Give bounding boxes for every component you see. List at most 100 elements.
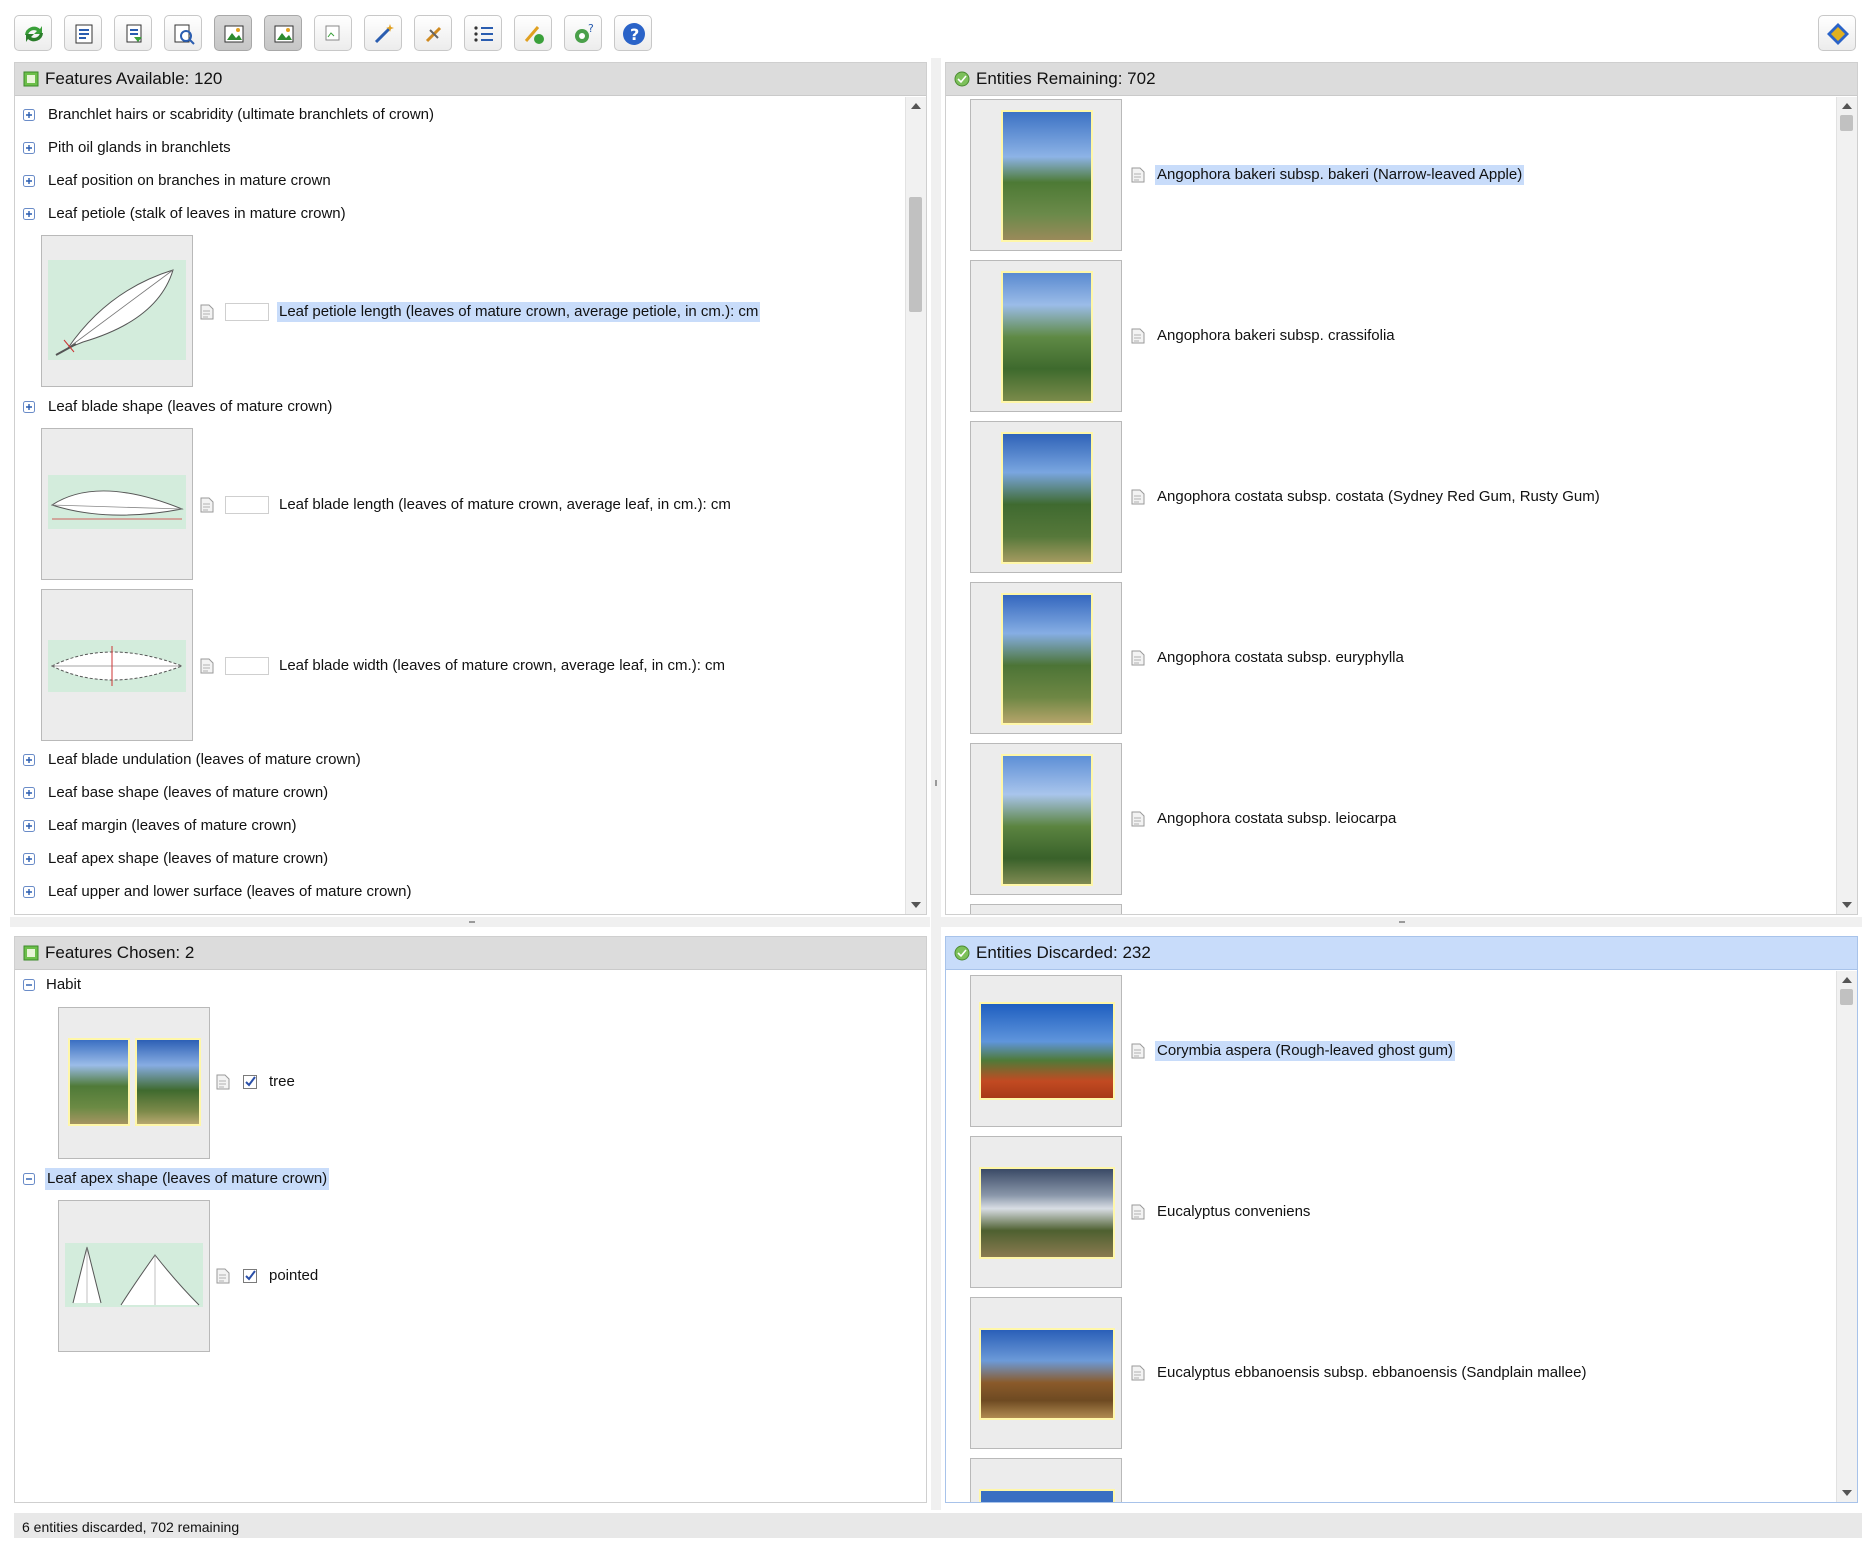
info-document-icon[interactable] bbox=[200, 497, 214, 513]
info-document-icon[interactable] bbox=[1131, 1204, 1145, 1220]
entity-label[interactable]: Angophora costata subsp. leiocarpa bbox=[1157, 809, 1396, 829]
settings-help-button[interactable]: ? bbox=[564, 15, 602, 51]
features-chosen-panel: Features Chosen: 2 Habit tree Leaf apex … bbox=[14, 936, 927, 1503]
expand-icon[interactable] bbox=[23, 175, 35, 187]
collapse-icon[interactable] bbox=[23, 1173, 35, 1185]
entity-thumbnail[interactable] bbox=[970, 421, 1122, 573]
scroll-down-icon[interactable] bbox=[1842, 902, 1852, 908]
scrollbar-thumb[interactable] bbox=[1840, 989, 1853, 1005]
feature-thumbnail[interactable] bbox=[58, 1007, 210, 1159]
feature-label[interactable]: Leaf blade length (leaves of mature crow… bbox=[279, 495, 731, 515]
expand-icon[interactable] bbox=[23, 820, 35, 832]
scrollbar-thumb[interactable] bbox=[909, 197, 922, 312]
entity-thumbnail[interactable] bbox=[970, 975, 1122, 1127]
expand-icon[interactable] bbox=[23, 886, 35, 898]
image-view-alt-button[interactable] bbox=[264, 15, 302, 51]
blade-width-input[interactable] bbox=[225, 657, 269, 675]
feature-thumbnail[interactable] bbox=[58, 1200, 210, 1352]
petiole-length-input[interactable] bbox=[225, 303, 269, 321]
info-document-icon[interactable] bbox=[1131, 650, 1145, 666]
entity-label[interactable]: Angophora bakeri subsp. bakeri (Narrow-l… bbox=[1155, 165, 1525, 185]
broken-image-button[interactable] bbox=[314, 15, 352, 51]
prune-button[interactable] bbox=[414, 15, 452, 51]
entity-label[interactable]: Eucalyptus conveniens bbox=[1157, 1202, 1310, 1222]
expand-icon[interactable] bbox=[23, 142, 35, 154]
feature-thumbnail[interactable] bbox=[41, 428, 193, 580]
info-document-icon[interactable] bbox=[1131, 1043, 1145, 1059]
features-available-scrollbar[interactable] bbox=[905, 97, 926, 914]
info-document-icon[interactable] bbox=[1131, 167, 1145, 183]
entity-thumbnail[interactable] bbox=[970, 260, 1122, 412]
scroll-up-icon[interactable] bbox=[911, 103, 921, 109]
sort-features-button[interactable] bbox=[114, 15, 152, 51]
info-document-icon[interactable] bbox=[1131, 1365, 1145, 1381]
entity-thumbnail[interactable] bbox=[970, 99, 1122, 251]
preferences-button[interactable] bbox=[514, 15, 552, 51]
toolbar: ? ? bbox=[0, 0, 1862, 62]
image-view-button[interactable] bbox=[214, 15, 252, 51]
magic-wand-button[interactable] bbox=[364, 15, 402, 51]
scroll-up-icon[interactable] bbox=[1842, 103, 1852, 109]
entity-thumbnail[interactable] bbox=[970, 1458, 1122, 1502]
scroll-down-icon[interactable] bbox=[911, 902, 921, 908]
help-button[interactable]: ? bbox=[614, 15, 652, 51]
horizontal-splitter-right[interactable] bbox=[941, 917, 1862, 927]
entities-discarded-scrollbar[interactable] bbox=[1836, 971, 1857, 1502]
restart-button[interactable] bbox=[14, 15, 52, 51]
info-document-icon[interactable] bbox=[200, 304, 214, 320]
compass-button[interactable] bbox=[1818, 15, 1856, 51]
collapse-icon[interactable] bbox=[23, 979, 35, 991]
expand-icon[interactable] bbox=[23, 401, 35, 413]
scroll-up-icon[interactable] bbox=[1842, 977, 1852, 983]
entity-label[interactable]: Angophora costata subsp. costata (Sydney… bbox=[1157, 487, 1600, 507]
expand-icon[interactable] bbox=[23, 787, 35, 799]
find-feature-button[interactable] bbox=[164, 15, 202, 51]
blade-length-input[interactable] bbox=[225, 496, 269, 514]
splitter-grip bbox=[469, 921, 475, 923]
entity-thumbnail[interactable] bbox=[970, 904, 1122, 914]
expand-icon[interactable] bbox=[23, 109, 35, 121]
info-document-icon[interactable] bbox=[1131, 811, 1145, 827]
leaf-petiole-illustration bbox=[48, 260, 186, 360]
vertical-splitter[interactable] bbox=[931, 58, 941, 1510]
entity-thumbnail[interactable] bbox=[970, 1136, 1122, 1288]
horizontal-splitter-left[interactable] bbox=[10, 917, 930, 927]
info-document-icon[interactable] bbox=[216, 1268, 230, 1284]
tree-checkbox[interactable] bbox=[243, 1075, 257, 1089]
entity-thumbnail[interactable] bbox=[970, 743, 1122, 895]
leaf-blade-width-illustration bbox=[48, 640, 186, 692]
entity-label[interactable]: Angophora bakeri subsp. crassifolia bbox=[1157, 326, 1395, 346]
feature-thumbnail[interactable] bbox=[41, 235, 193, 387]
ordered-list-button[interactable] bbox=[464, 15, 502, 51]
pointed-checkbox[interactable] bbox=[243, 1269, 257, 1283]
info-document-icon[interactable] bbox=[200, 658, 214, 674]
features-chosen-title: Features Chosen: 2 bbox=[45, 943, 195, 962]
info-document-icon[interactable] bbox=[216, 1074, 230, 1090]
feature-label[interactable]: Leaf blade width (leaves of mature crown… bbox=[279, 656, 725, 676]
expand-icon[interactable] bbox=[23, 853, 35, 865]
features-available-header: Features Available: 120 bbox=[15, 63, 926, 96]
feature-label[interactable]: Leaf petiole length (leaves of mature cr… bbox=[277, 302, 761, 322]
entity-photo bbox=[1001, 593, 1093, 725]
entity-photo bbox=[979, 1002, 1115, 1100]
entity-label[interactable]: Angophora costata subsp. euryphylla bbox=[1157, 648, 1404, 668]
leaf-apex-illustration bbox=[65, 1243, 203, 1307]
entity-thumbnail[interactable] bbox=[970, 1297, 1122, 1449]
chosen-value-label[interactable]: pointed bbox=[269, 1266, 318, 1286]
feature-label: Leaf upper and lower surface (leaves of … bbox=[48, 883, 412, 900]
chosen-value-label[interactable]: tree bbox=[269, 1072, 295, 1092]
features-list-button[interactable] bbox=[64, 15, 102, 51]
entity-label[interactable]: Eucalyptus ebbanoensis subsp. ebbanoensi… bbox=[1157, 1363, 1586, 1383]
entity-thumbnail[interactable] bbox=[970, 582, 1122, 734]
feature-thumbnail[interactable] bbox=[41, 589, 193, 741]
entities-remaining-scrollbar[interactable] bbox=[1836, 97, 1857, 914]
expand-icon[interactable] bbox=[23, 754, 35, 766]
expand-icon[interactable] bbox=[23, 208, 35, 220]
feature-label: Leaf blade shape (leaves of mature crown… bbox=[48, 398, 333, 415]
scrollbar-thumb[interactable] bbox=[1840, 115, 1853, 131]
find-feature-icon bbox=[174, 24, 195, 45]
scroll-down-icon[interactable] bbox=[1842, 1490, 1852, 1496]
info-document-icon[interactable] bbox=[1131, 489, 1145, 505]
info-document-icon[interactable] bbox=[1131, 328, 1145, 344]
entity-label[interactable]: Corymbia aspera (Rough-leaved ghost gum) bbox=[1155, 1041, 1455, 1061]
